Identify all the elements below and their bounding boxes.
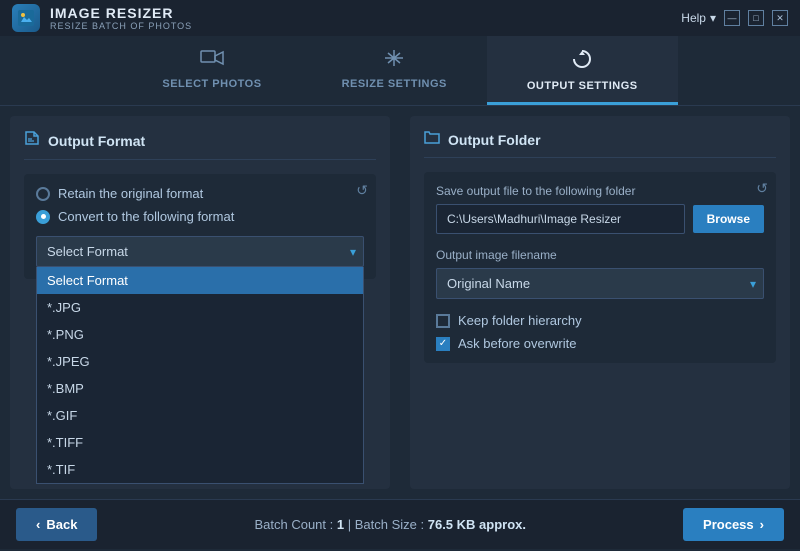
format-option-tif[interactable]: *.TIF [37, 456, 363, 483]
output-folder-inner: ↺ Save output file to the following fold… [424, 172, 776, 363]
help-label: Help [681, 11, 706, 25]
filename-dropdown-container: Original Name ▾ [436, 268, 764, 299]
ask-overwrite-checkbox[interactable]: ✓ [436, 337, 450, 351]
back-arrow-icon: ‹ [36, 517, 40, 532]
tab-resize-settings[interactable]: RESIZE SETTINGS [302, 36, 487, 105]
output-format-panel: Output Format ↺ Retain the original form… [10, 116, 390, 489]
radio-retain-circle [36, 187, 50, 201]
output-format-icon [24, 130, 40, 151]
process-button[interactable]: Process › [683, 508, 784, 541]
browse-button[interactable]: Browse [693, 205, 764, 233]
help-chevron-icon: ▾ [710, 11, 716, 25]
checkbox-ask-overwrite[interactable]: ✓ Ask before overwrite [436, 336, 764, 351]
maximize-button[interactable]: □ [748, 10, 764, 26]
keep-hierarchy-checkbox[interactable] [436, 314, 450, 328]
output-folder-panel: Output Folder ↺ Save output file to the … [410, 116, 790, 489]
app-subtitle: RESIZE BATCH OF PHOTOS [50, 21, 192, 31]
radio-retain[interactable]: Retain the original format [36, 186, 364, 201]
help-button[interactable]: Help ▾ [681, 11, 716, 25]
checkbox-keep-hierarchy[interactable]: Keep folder hierarchy [436, 313, 764, 328]
batch-count-value: 1 [337, 517, 344, 532]
app-title: IMAGE RESIZER [50, 5, 192, 21]
output-folder-icon [424, 130, 440, 149]
batch-separator: | [348, 517, 355, 532]
title-bar: IMAGE RESIZER RESIZE BATCH OF PHOTOS Hel… [0, 0, 800, 36]
format-option-png[interactable]: *.PNG [37, 321, 363, 348]
output-folder-refresh-icon[interactable]: ↺ [756, 180, 768, 197]
radio-convert-circle [36, 210, 50, 224]
batch-info: Batch Count : 1 | Batch Size : 76.5 KB a… [254, 517, 526, 532]
main-content: Output Format ↺ Retain the original form… [0, 106, 800, 499]
tab-output-settings-label: OUTPUT SETTINGS [527, 80, 638, 92]
filename-dropdown-display[interactable]: Original Name [436, 268, 764, 299]
nav-tabs: SELECT PHOTOS RESIZE SETTINGS OUTPUT SET… [0, 36, 800, 106]
process-arrow-icon: › [760, 517, 764, 532]
output-folder-title: Output Folder [448, 132, 541, 148]
format-dropdown-list: Select Format *.JPG *.PNG *.JPEG *.BMP *… [36, 267, 364, 484]
resize-settings-icon [383, 48, 405, 74]
checkbox-group: Keep folder hierarchy ✓ Ask before overw… [436, 313, 764, 351]
format-option-tiff[interactable]: *.TIFF [37, 429, 363, 456]
output-folder-header: Output Folder [424, 130, 776, 158]
back-label: Back [46, 517, 77, 532]
format-option-gif[interactable]: *.GIF [37, 402, 363, 429]
radio-retain-label: Retain the original format [58, 186, 203, 201]
process-label: Process [703, 517, 754, 532]
radio-convert[interactable]: Convert to the following format [36, 209, 364, 224]
select-photos-icon [200, 48, 224, 74]
ask-overwrite-label: Ask before overwrite [458, 336, 577, 351]
close-button[interactable]: ✕ [772, 10, 788, 26]
folder-path-input[interactable] [436, 204, 685, 234]
back-button[interactable]: ‹ Back [16, 508, 97, 541]
filename-label: Output image filename [436, 248, 764, 262]
output-format-header: Output Format [24, 130, 376, 160]
format-option-select-format[interactable]: Select Format [37, 267, 363, 294]
minimize-button[interactable]: — [724, 10, 740, 26]
folder-input-row: Browse [436, 204, 764, 234]
output-format-title: Output Format [48, 133, 145, 149]
title-bar-right: Help ▾ — □ ✕ [681, 10, 788, 26]
format-option-bmp[interactable]: *.BMP [37, 375, 363, 402]
output-format-inner: ↺ Retain the original format Convert to … [24, 174, 376, 279]
format-option-jpg[interactable]: *.JPG [37, 294, 363, 321]
output-format-refresh-icon[interactable]: ↺ [356, 182, 368, 199]
radio-convert-label: Convert to the following format [58, 209, 234, 224]
batch-size-label: Batch Size : [355, 517, 424, 532]
radio-group: Retain the original format Convert to th… [36, 186, 364, 224]
keep-hierarchy-label: Keep folder hierarchy [458, 313, 582, 328]
batch-count-label: Batch Count : [254, 517, 333, 532]
format-dropdown-display[interactable]: Select Format [36, 236, 364, 267]
output-settings-icon [571, 48, 593, 76]
format-option-jpeg[interactable]: *.JPEG [37, 348, 363, 375]
app-title-block: IMAGE RESIZER RESIZE BATCH OF PHOTOS [50, 5, 192, 31]
tab-select-photos-label: SELECT PHOTOS [162, 78, 261, 90]
tab-output-settings[interactable]: OUTPUT SETTINGS [487, 36, 678, 105]
batch-size-value: 76.5 KB approx. [428, 517, 526, 532]
format-dropdown-container: Select Format ▾ Select Format *.JPG *.PN… [36, 236, 364, 267]
app-icon [12, 4, 40, 32]
tab-resize-settings-label: RESIZE SETTINGS [342, 78, 447, 90]
window-controls: — □ ✕ [724, 10, 788, 26]
save-folder-label: Save output file to the following folder [436, 184, 764, 198]
bottom-bar: ‹ Back Batch Count : 1 | Batch Size : 76… [0, 499, 800, 549]
tab-select-photos[interactable]: SELECT PHOTOS [122, 36, 301, 105]
title-bar-left: IMAGE RESIZER RESIZE BATCH OF PHOTOS [12, 4, 192, 32]
